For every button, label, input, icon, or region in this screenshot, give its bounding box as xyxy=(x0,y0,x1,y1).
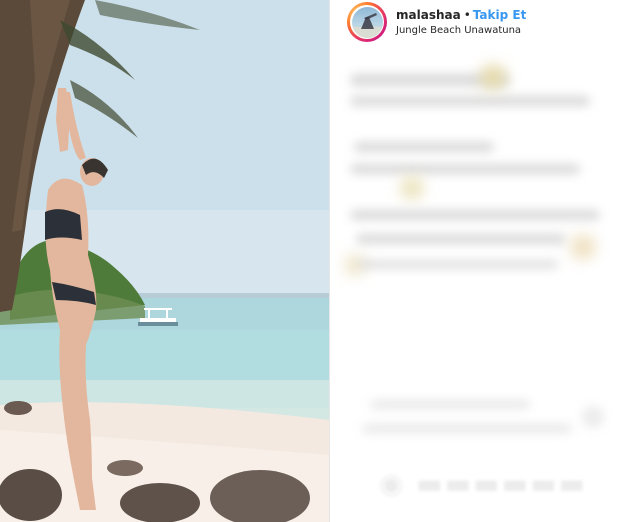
profile-avatar[interactable] xyxy=(347,2,387,42)
watermark-graphic: ◉ ▬▬▬▬▬▬ xyxy=(378,467,587,500)
username-link[interactable]: malashaa xyxy=(396,8,461,22)
post-header: malashaa • Takip Et Jungle Beach Unawatuna xyxy=(330,0,617,44)
post-sidebar: malashaa • Takip Et Jungle Beach Unawatuna… xyxy=(330,0,617,522)
blurred-comments-area xyxy=(330,44,617,522)
username-row: malashaa • Takip Et xyxy=(396,8,526,22)
follow-button[interactable]: Takip Et xyxy=(473,8,527,22)
post-photo[interactable] xyxy=(0,0,329,522)
location-link[interactable]: Jungle Beach Unawatuna xyxy=(396,25,521,37)
beach-photo-illustration xyxy=(0,0,329,522)
separator-dot: • xyxy=(463,8,471,22)
avatar-photo xyxy=(351,6,383,38)
